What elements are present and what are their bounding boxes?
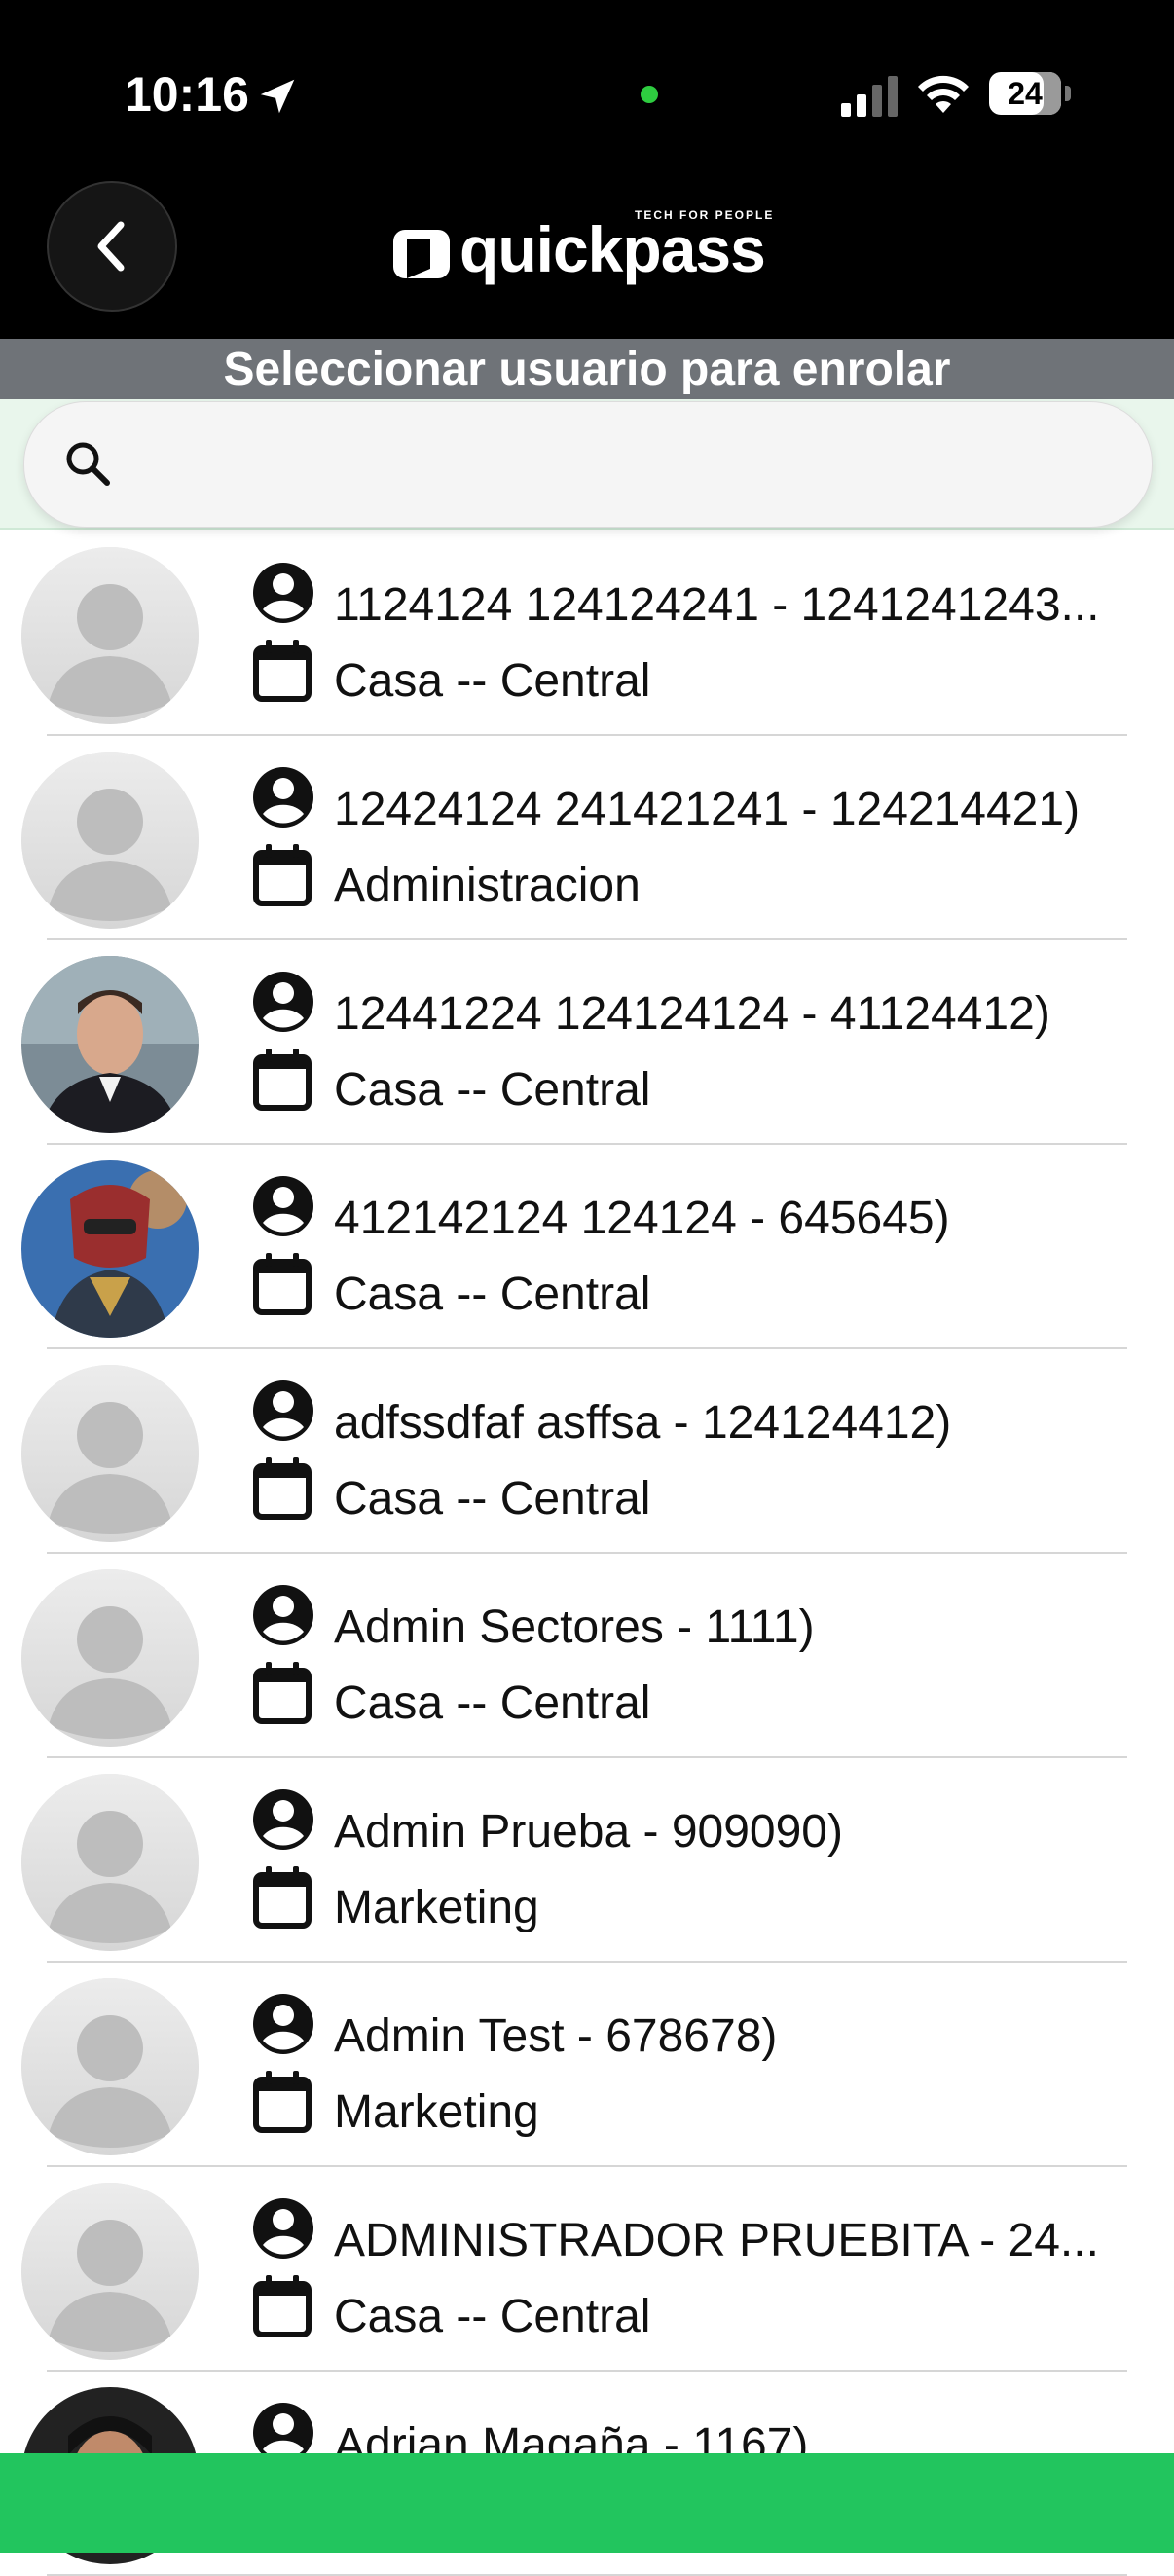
user-circle-icon bbox=[253, 1994, 313, 2054]
default-avatar bbox=[21, 2183, 199, 2360]
user-row[interactable]: Admin Test - 678678) Marketing bbox=[0, 1963, 1174, 2167]
status-time: 10:16 bbox=[125, 67, 249, 122]
calendar-icon bbox=[253, 1866, 312, 1929]
app-header: 10:16 24 quickpass TECH FOR PEOPLE bbox=[0, 0, 1174, 339]
user-circle-icon bbox=[253, 2198, 313, 2259]
user-circle-icon bbox=[253, 1789, 313, 1850]
brand-name: quickpass bbox=[459, 213, 766, 285]
calendar-icon bbox=[253, 1049, 312, 1111]
calendar-icon bbox=[253, 844, 312, 906]
user-name: 1124124 124124241 - 1241241243... bbox=[334, 579, 1100, 631]
calendar-icon bbox=[253, 1253, 312, 1315]
user-row[interactable]: 12441224 124124124 - 41124412) Casa -- C… bbox=[0, 940, 1174, 1145]
page-title: Seleccionar usuario para enrolar bbox=[0, 339, 1174, 401]
user-name: Admin Sectores - 1111) bbox=[334, 1601, 815, 1653]
user-photo-avatar bbox=[21, 1160, 199, 1338]
user-row[interactable]: Admin Prueba - 909090) Marketing bbox=[0, 1758, 1174, 1963]
default-avatar bbox=[21, 1365, 199, 1542]
calendar-icon bbox=[253, 640, 312, 702]
user-row[interactable]: Admin Sectores - 1111) Casa -- Central bbox=[0, 1554, 1174, 1758]
user-row[interactable]: ADMINISTRADOR PRUEBITA - 24... Casa -- C… bbox=[0, 2167, 1174, 2372]
user-row[interactable]: adfssdfaf asffsa - 124124412) Casa -- Ce… bbox=[0, 1349, 1174, 1554]
calendar-icon bbox=[253, 1457, 312, 1520]
calendar-icon bbox=[253, 2275, 312, 2337]
brand-tagline: TECH FOR PEOPLE bbox=[635, 208, 775, 222]
user-department: Casa -- Central bbox=[334, 1473, 651, 1525]
user-department: Casa -- Central bbox=[334, 2291, 651, 2342]
calendar-icon bbox=[253, 1662, 312, 1724]
user-department: Casa -- Central bbox=[334, 1677, 651, 1729]
default-avatar bbox=[21, 1978, 199, 2155]
user-department: Marketing bbox=[334, 1882, 539, 1933]
user-circle-icon bbox=[253, 1176, 313, 1236]
user-list: 1124124 124124241 - 1241241243... Casa -… bbox=[0, 532, 1174, 2576]
user-name: 12424124 241421241 - 124214421) bbox=[334, 784, 1081, 835]
logo-mark-icon bbox=[393, 230, 450, 278]
default-avatar bbox=[21, 752, 199, 929]
user-circle-icon bbox=[253, 1380, 313, 1441]
user-name: adfssdfaf asffsa - 124124412) bbox=[334, 1397, 952, 1449]
calendar-icon bbox=[253, 2071, 312, 2133]
user-circle-icon bbox=[253, 767, 313, 828]
user-row[interactable]: 412142124 124124 - 645645) Casa -- Centr… bbox=[0, 1145, 1174, 1349]
user-department: Casa -- Central bbox=[334, 655, 651, 707]
user-circle-icon bbox=[253, 972, 313, 1032]
user-name: 12441224 124124124 - 41124412) bbox=[334, 988, 1050, 1040]
default-avatar bbox=[21, 1569, 199, 1747]
quickpass-logo: quickpass TECH FOR PEOPLE bbox=[391, 204, 781, 292]
user-name: Admin Test - 678678) bbox=[334, 2010, 778, 2062]
battery-indicator: 24 bbox=[989, 72, 1061, 115]
user-row[interactable]: 12424124 241421241 - 124214421) Administ… bbox=[0, 736, 1174, 940]
search-icon bbox=[66, 442, 110, 486]
privacy-indicator-dot bbox=[641, 86, 658, 103]
back-button[interactable] bbox=[47, 181, 177, 312]
user-name: ADMINISTRADOR PRUEBITA - 24... bbox=[334, 2215, 1099, 2266]
user-row[interactable]: 1124124 124124241 - 1241241243... Casa -… bbox=[0, 532, 1174, 736]
user-name: Admin Prueba - 909090) bbox=[334, 1806, 843, 1858]
default-avatar bbox=[21, 1774, 199, 1951]
bottom-action-bar[interactable] bbox=[0, 2453, 1174, 2553]
user-circle-icon bbox=[253, 563, 313, 623]
user-department: Casa -- Central bbox=[334, 1064, 651, 1116]
battery-tip bbox=[1065, 86, 1071, 101]
user-department: Casa -- Central bbox=[334, 1269, 651, 1320]
user-photo-avatar bbox=[21, 956, 199, 1133]
location-arrow-icon bbox=[260, 79, 295, 114]
chevron-left-icon bbox=[97, 221, 125, 272]
user-circle-icon bbox=[253, 1585, 313, 1645]
user-department: Administracion bbox=[334, 860, 641, 911]
search-input[interactable] bbox=[136, 424, 1114, 504]
default-avatar bbox=[21, 547, 199, 724]
cellular-signal-icon bbox=[841, 76, 898, 117]
wifi-icon bbox=[918, 75, 969, 113]
user-name: 412142124 124124 - 645645) bbox=[334, 1193, 950, 1244]
user-department: Marketing bbox=[334, 2086, 539, 2138]
